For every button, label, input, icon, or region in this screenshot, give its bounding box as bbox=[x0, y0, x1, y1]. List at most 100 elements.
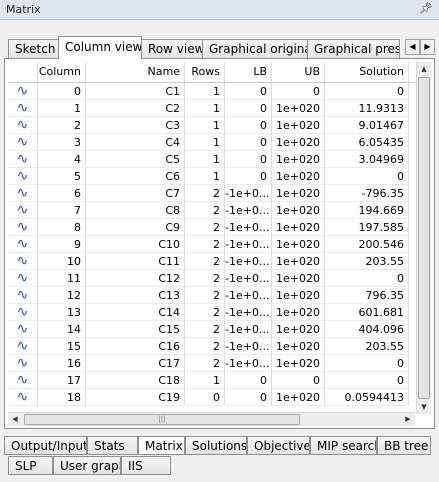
cell-lb[interactable]: 0 bbox=[225, 117, 272, 134]
table-row[interactable]: ∿ 5 C6 1 0 1e+020 0 bbox=[8, 168, 415, 185]
cell-solution[interactable]: 200.546 bbox=[325, 236, 409, 253]
cell-column[interactable]: 2 bbox=[38, 117, 86, 134]
cell-lb[interactable]: -1e+0... bbox=[225, 321, 272, 338]
tab-bb-tree[interactable]: BB tree bbox=[377, 436, 431, 455]
cell-solution[interactable]: 11.9313 bbox=[325, 100, 409, 117]
scroll-up-icon[interactable]: ▲ bbox=[417, 62, 431, 76]
cell-solution[interactable]: 0.0594413 bbox=[325, 389, 409, 406]
tab-output-input[interactable]: Output/Input bbox=[4, 436, 87, 455]
cell-ub[interactable]: 1e+020 bbox=[272, 338, 325, 355]
cell-ub[interactable]: 1e+020 bbox=[272, 389, 325, 406]
cell-solution[interactable]: 404.096 bbox=[325, 321, 409, 338]
cell-lb[interactable]: -1e+0... bbox=[225, 304, 272, 321]
cell-rows[interactable]: 1 bbox=[185, 83, 225, 100]
cell-name[interactable]: C5 bbox=[86, 151, 185, 168]
cell-lb[interactable]: 0 bbox=[225, 389, 272, 406]
cell-column[interactable]: 1 bbox=[38, 100, 86, 117]
table-row[interactable]: ∿ 6 C7 2 -1e+0... 1e+020 -796.35 bbox=[8, 185, 415, 202]
vertical-scrollbar[interactable]: ▲ ▼ bbox=[416, 62, 431, 414]
cell-name[interactable]: C9 bbox=[86, 219, 185, 236]
cell-rows[interactable]: 2 bbox=[185, 236, 225, 253]
scroll-left-icon[interactable]: ◀ bbox=[8, 413, 22, 426]
cell-solution[interactable]: 203.55 bbox=[325, 253, 409, 270]
cell-solution[interactable]: 3.04969 bbox=[325, 151, 409, 168]
cell-name[interactable]: C16 bbox=[86, 338, 185, 355]
header-lb[interactable]: LB bbox=[225, 62, 272, 82]
cell-column[interactable]: 7 bbox=[38, 202, 86, 219]
header-rows[interactable]: Rows bbox=[185, 62, 225, 82]
cell-rows[interactable]: 2 bbox=[185, 338, 225, 355]
cell-rows[interactable]: 2 bbox=[185, 287, 225, 304]
table-row[interactable]: ∿ 16 C17 2 -1e+0... 1e+020 0 bbox=[8, 355, 415, 372]
tab-solutions[interactable]: Solutions bbox=[185, 436, 247, 455]
cell-column[interactable]: 3 bbox=[38, 134, 86, 151]
cell-rows[interactable]: 1 bbox=[185, 134, 225, 151]
cell-name[interactable]: C1 bbox=[86, 83, 185, 100]
cell-name[interactable]: C17 bbox=[86, 355, 185, 372]
cell-solution[interactable]: 0 bbox=[325, 355, 409, 372]
cell-name[interactable]: C15 bbox=[86, 321, 185, 338]
table-row[interactable]: ∿ 15 C16 2 -1e+0... 1e+020 203.55 bbox=[8, 338, 415, 355]
cell-name[interactable]: C13 bbox=[86, 287, 185, 304]
cell-rows[interactable]: 2 bbox=[185, 185, 225, 202]
cell-column[interactable]: 14 bbox=[38, 321, 86, 338]
cell-solution[interactable]: 197.585 bbox=[325, 219, 409, 236]
vertical-scroll-thumb[interactable] bbox=[418, 77, 430, 399]
scroll-down-icon[interactable]: ▼ bbox=[417, 400, 431, 414]
tab-objective[interactable]: Objective bbox=[247, 436, 310, 455]
cell-solution[interactable]: 0 bbox=[325, 83, 409, 100]
cell-name[interactable]: C8 bbox=[86, 202, 185, 219]
horizontal-scrollbar[interactable]: ◀ ||| ▶ bbox=[8, 412, 415, 426]
tab-scroll-right-icon[interactable]: ▶ bbox=[420, 39, 435, 55]
cell-lb[interactable]: 0 bbox=[225, 100, 272, 117]
table-row[interactable]: ∿ 14 C15 2 -1e+0... 1e+020 404.096 bbox=[8, 321, 415, 338]
cell-name[interactable]: C10 bbox=[86, 236, 185, 253]
cell-lb[interactable]: -1e+0... bbox=[225, 253, 272, 270]
cell-column[interactable]: 13 bbox=[38, 304, 86, 321]
cell-ub[interactable]: 1e+020 bbox=[272, 253, 325, 270]
tab-slp[interactable]: SLP bbox=[8, 456, 53, 475]
tab-scroll-left-icon[interactable]: ◀ bbox=[405, 39, 420, 55]
cell-name[interactable]: C4 bbox=[86, 134, 185, 151]
table-row[interactable]: ∿ 8 C9 2 -1e+0... 1e+020 197.585 bbox=[8, 219, 415, 236]
cell-solution[interactable]: 601.681 bbox=[325, 304, 409, 321]
cell-solution[interactable]: 0 bbox=[325, 168, 409, 185]
scroll-right-icon[interactable]: ▶ bbox=[401, 413, 415, 426]
tab-stats[interactable]: Stats bbox=[87, 436, 138, 455]
cell-column[interactable]: 5 bbox=[38, 168, 86, 185]
cell-rows[interactable]: 2 bbox=[185, 304, 225, 321]
table-row[interactable]: ∿ 9 C10 2 -1e+0... 1e+020 200.546 bbox=[8, 236, 415, 253]
cell-lb[interactable]: 0 bbox=[225, 372, 272, 389]
tab-mip-search[interactable]: MIP search bbox=[310, 436, 377, 455]
tab-row-view[interactable]: Row view bbox=[141, 39, 203, 58]
cell-lb[interactable]: -1e+0... bbox=[225, 270, 272, 287]
table-row[interactable]: ∿ 11 C12 2 -1e+0... 1e+020 0 bbox=[8, 270, 415, 287]
cell-solution[interactable]: 9.01467 bbox=[325, 117, 409, 134]
cell-lb[interactable]: -1e+0... bbox=[225, 355, 272, 372]
table-row[interactable]: ∿ 7 C8 2 -1e+0... 1e+020 194.669 bbox=[8, 202, 415, 219]
cell-name[interactable]: C2 bbox=[86, 100, 185, 117]
cell-name[interactable]: C12 bbox=[86, 270, 185, 287]
tab-sketch[interactable]: Sketch bbox=[8, 39, 59, 58]
cell-ub[interactable]: 1e+020 bbox=[272, 219, 325, 236]
table-row[interactable]: ∿ 0 C1 1 0 0 0 bbox=[8, 83, 415, 100]
cell-rows[interactable]: 2 bbox=[185, 219, 225, 236]
cell-ub[interactable]: 1e+020 bbox=[272, 117, 325, 134]
tab-graphical-presol[interactable]: Graphical presol bbox=[307, 39, 400, 58]
cell-column[interactable]: 17 bbox=[38, 372, 86, 389]
cell-ub[interactable]: 1e+020 bbox=[272, 304, 325, 321]
tab-matrix[interactable]: Matrix bbox=[138, 436, 185, 455]
cell-column[interactable]: 6 bbox=[38, 185, 86, 202]
cell-rows[interactable]: 1 bbox=[185, 372, 225, 389]
cell-column[interactable]: 0 bbox=[38, 83, 86, 100]
cell-name[interactable]: C7 bbox=[86, 185, 185, 202]
cell-solution[interactable]: 796.35 bbox=[325, 287, 409, 304]
cell-ub[interactable]: 1e+020 bbox=[272, 100, 325, 117]
header-column[interactable]: Column bbox=[38, 62, 86, 82]
cell-rows[interactable]: 1 bbox=[185, 151, 225, 168]
cell-column[interactable]: 12 bbox=[38, 287, 86, 304]
table-row[interactable]: ∿ 3 C4 1 0 1e+020 6.05435 bbox=[8, 134, 415, 151]
cell-name[interactable]: C18 bbox=[86, 372, 185, 389]
cell-lb[interactable]: -1e+0... bbox=[225, 236, 272, 253]
cell-lb[interactable]: 0 bbox=[225, 83, 272, 100]
